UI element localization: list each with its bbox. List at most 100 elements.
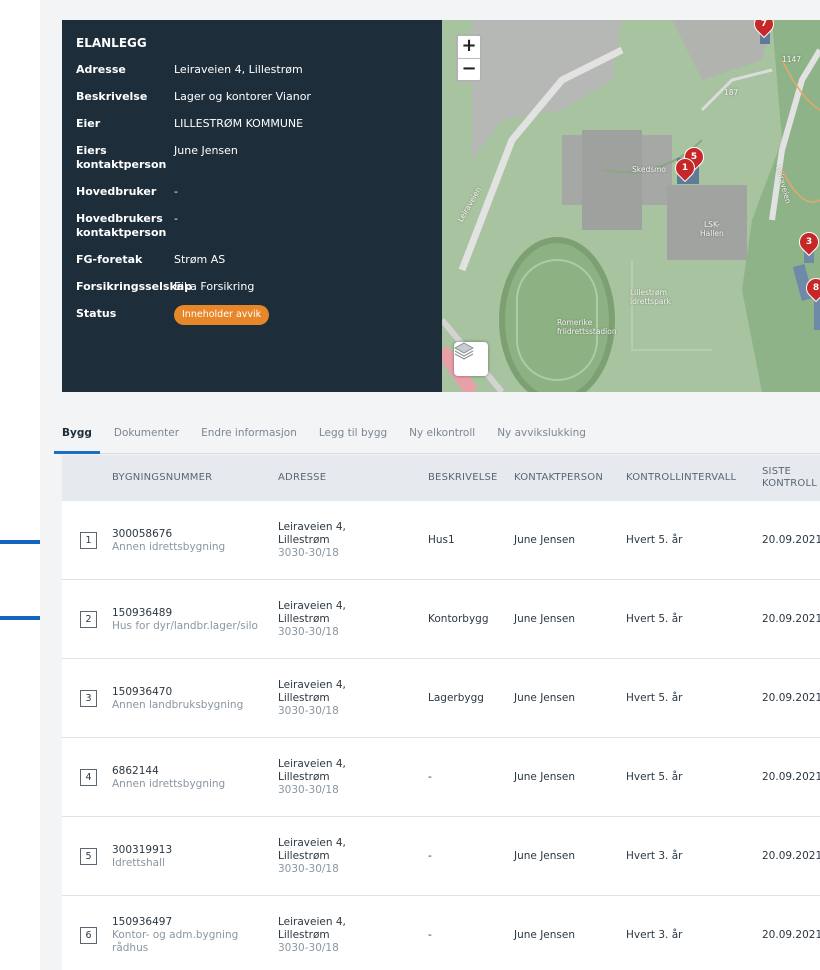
tab-endre-informasjon[interactable]: Endre informasjon [201, 420, 297, 453]
building-type: Annen idrettsbygning [112, 540, 226, 553]
cell-beskrivelse: - [428, 929, 432, 941]
cell-bygningsnummer: 150936470 Annen landbruksbygning [112, 659, 282, 738]
building-type: Kontor- og adm.bygning rådhus [112, 929, 239, 954]
address-city: Lillestrøm [278, 692, 330, 704]
cell-kontaktperson: June Jensen [514, 850, 576, 862]
building-number: 300058676 [112, 527, 173, 540]
address-city: Lillestrøm [278, 771, 330, 783]
address-line: Leiraveien 4, [278, 758, 346, 770]
column-header-siste-kontroll[interactable]: SISTE KONTROLL [762, 455, 817, 501]
cell-beskrivelse: Kontorbygg [428, 613, 489, 625]
cell-kontrollintervall: Hvert 5. år [626, 613, 683, 625]
building-number: 300319913 [112, 843, 173, 856]
table-row[interactable]: 4 6862144 Annen idrettsbygning Leiraveie… [62, 738, 820, 817]
cell-adresse: Leiraveien 4, Lillestrøm 3030-30/18 [278, 817, 418, 896]
cell-adresse: Leiraveien 4, Lillestrøm 3030-30/18 [278, 659, 418, 738]
cell-adresse: Leiraveien 4, Lillestrøm 3030-30/18 [278, 501, 418, 580]
table-row[interactable]: 1 300058676 Annen idrettsbygning Leirave… [62, 501, 820, 580]
building-number: 150936489 [112, 606, 173, 619]
cell-kontrollintervall: Hvert 3. år [626, 850, 683, 862]
map-label-skedsmo: Skedsmo [632, 165, 667, 174]
info-value: June Jensen [174, 144, 238, 157]
address-gnr: 3030-30/18 [278, 626, 339, 638]
map-canvas [442, 20, 820, 392]
address-city: Lillestrøm [278, 534, 330, 546]
table-row[interactable]: 2 150936489 Hus for dyr/landbr.lager/sil… [62, 580, 820, 659]
info-value: Lager og kontorer Vianor [174, 90, 311, 103]
table-row[interactable]: 3 150936470 Annen landbruksbygning Leira… [62, 659, 820, 738]
info-row-adresse: Adresse Leiraveien 4, Lillestrøm [76, 63, 428, 77]
cell-kontrollintervall: Hvert 5. år [626, 692, 683, 704]
tab-legg-til-bygg[interactable]: Legg til bygg [319, 420, 387, 453]
main-content: ELANLEGG Adresse Leiraveien 4, Lillestrø… [40, 0, 820, 970]
cell-kontrollintervall: Hvert 5. år [626, 771, 683, 783]
cell-siste-kontroll: 20.09.2021 [762, 929, 820, 941]
cell-kontaktperson: June Jensen [514, 534, 576, 546]
building-type: Annen landbruksbygning [112, 698, 244, 711]
tab-ny-elkontroll[interactable]: Ny elkontroll [409, 420, 475, 453]
row-index: 3 [80, 690, 97, 707]
zoom-out-button[interactable]: − [458, 58, 480, 80]
zoom-controls: + − [456, 34, 482, 82]
row-index: 4 [80, 769, 97, 786]
map-view[interactable]: Leiraveien Leiraveien Skedsmo LSK- Halle… [442, 20, 820, 392]
cell-bygningsnummer: 150936497 Kontor- og adm.bygning rådhus [112, 896, 282, 970]
building-type: Idrettshall [112, 856, 165, 869]
tab-dokumenter[interactable]: Dokumenter [114, 420, 179, 453]
layers-icon [454, 342, 474, 360]
address-gnr: 3030-30/18 [278, 942, 339, 954]
address-line: Leiraveien 4, [278, 679, 346, 691]
installation-info-panel: ELANLEGG Adresse Leiraveien 4, Lillestrø… [62, 20, 442, 392]
address-city: Lillestrøm [278, 929, 330, 941]
map-label-romerike: Romerike friidrettsstadion [557, 318, 617, 336]
cell-adresse: Leiraveien 4, Lillestrøm 3030-30/18 [278, 738, 418, 817]
row-index: 5 [80, 848, 97, 865]
map-label-lsk-hallen: LSK- Hallen [700, 220, 724, 238]
info-row-beskrivelse: Beskrivelse Lager og kontorer Vianor [76, 90, 428, 104]
building-number: 150936497 [112, 916, 173, 928]
info-row-eiers-kontaktperson: Eiers kontaktperson June Jensen [76, 144, 428, 172]
info-row-hovedbruker: Hovedbruker - [76, 185, 428, 199]
info-value: LILLESTRØM KOMMUNE [174, 117, 304, 130]
address-city: Lillestrøm [278, 613, 330, 625]
info-key: Hovedbrukers kontaktperson [76, 212, 167, 239]
row-index: 2 [80, 611, 97, 628]
info-value: Inneholder avvik [174, 305, 428, 325]
tab-bar: Bygg Dokumenter Endre informasjon Legg t… [54, 420, 820, 454]
info-key: FG-foretak [76, 253, 143, 266]
table-row[interactable]: 6 150936497 Kontor- og adm.bygning rådhu… [62, 896, 820, 970]
column-header-bygningsnummer[interactable]: BYGNINGSNUMMER [112, 455, 212, 501]
info-value: - [174, 212, 178, 225]
column-header-kontaktperson[interactable]: KONTAKTPERSON [514, 455, 603, 501]
layers-button[interactable] [454, 342, 488, 376]
header-line: KONTROLL [762, 478, 818, 489]
table-row[interactable]: 5 300319913 Idrettshall Leiraveien 4, Li… [62, 817, 820, 896]
info-row-forsikringsselskap: Forsikringsselskap Eika Forsikring [76, 280, 428, 294]
map-label-lillestrom-idrettspark: Lillestrøm idrettspark [630, 288, 671, 306]
cell-kontrollintervall: Hvert 3. år [626, 929, 683, 941]
cell-siste-kontroll: 20.09.2021 [762, 771, 820, 783]
address-gnr: 3030-30/18 [278, 784, 339, 796]
info-row-status: Status Inneholder avvik [76, 305, 428, 325]
zoom-in-button[interactable]: + [458, 36, 480, 58]
cell-beskrivelse: Lagerbygg [428, 692, 484, 704]
cell-bygningsnummer: 300319913 Idrettshall [112, 817, 282, 896]
cell-adresse: Leiraveien 4, Lillestrøm 3030-30/18 [278, 580, 418, 659]
cell-adresse: Leiraveien 4, Lillestrøm 3030-30/18 [278, 896, 418, 970]
cell-kontaktperson: June Jensen [514, 692, 576, 704]
tab-bygg[interactable]: Bygg [54, 420, 100, 454]
panel-title: ELANLEGG [76, 36, 147, 50]
info-row-hovedbrukers-kontaktperson: Hovedbrukers kontaktperson - [76, 212, 428, 240]
cell-beskrivelse: Hus1 [428, 534, 455, 546]
column-header-kontrollintervall[interactable]: KONTROLLINTERVALL [626, 455, 736, 501]
status-badge[interactable]: Inneholder avvik [174, 305, 270, 325]
address-gnr: 3030-30/18 [278, 705, 339, 717]
cell-bygningsnummer: 300058676 Annen idrettsbygning [112, 501, 282, 580]
row-index: 6 [80, 927, 97, 944]
cell-siste-kontroll: 20.09.2021 [762, 850, 820, 862]
tab-ny-avvikslukking[interactable]: Ny avvikslukking [497, 420, 586, 453]
column-header-adresse[interactable]: ADRESSE [278, 455, 326, 501]
cell-kontaktperson: June Jensen [514, 613, 576, 625]
address-line: Leiraveien 4, [278, 600, 346, 612]
column-header-beskrivelse[interactable]: BESKRIVELSE [428, 455, 498, 501]
